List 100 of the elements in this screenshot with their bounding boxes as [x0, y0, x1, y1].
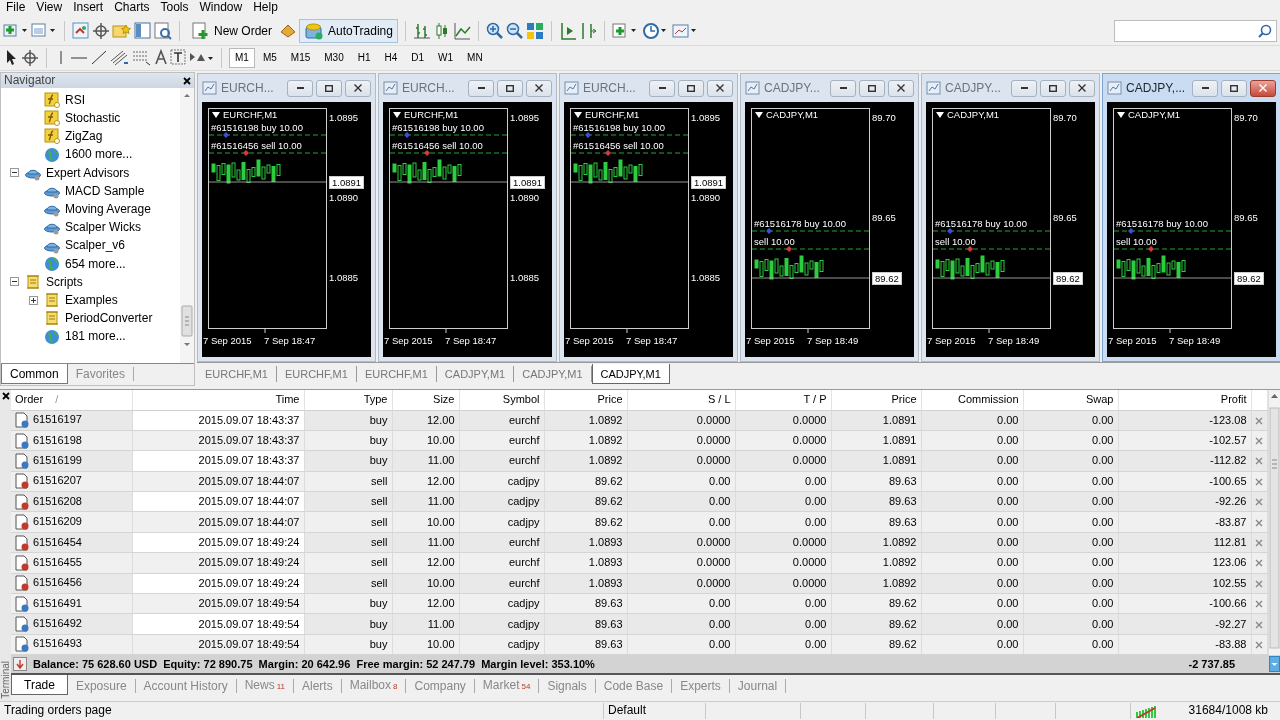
market-watch-icon[interactable] — [72, 22, 90, 40]
tree-item[interactable]: Scripts — [46, 274, 83, 290]
chart-tab[interactable]: EURCHF,M1 — [276, 366, 357, 382]
dropdown-triangle-icon[interactable] — [936, 112, 944, 118]
timeframe-button[interactable]: M30 — [318, 48, 350, 68]
crosshair-icon[interactable] — [92, 22, 110, 40]
folder-star-icon[interactable] — [112, 22, 132, 40]
menu-item[interactable]: Tools — [156, 0, 196, 16]
timeframe-button[interactable]: M1 — [229, 48, 255, 68]
timeframe-button[interactable]: M15 — [284, 48, 317, 68]
chart-tab[interactable]: CADJPY,M1 — [591, 364, 670, 384]
maximize-button[interactable] — [316, 79, 342, 97]
search-field[interactable] — [1114, 20, 1277, 42]
column-header[interactable]: Order — [15, 393, 44, 406]
minimize-button[interactable] — [287, 79, 313, 97]
tree-item[interactable]: Scalper_v6 — [65, 238, 126, 253]
tree-item[interactable]: PeriodConverter — [65, 311, 153, 326]
column-header[interactable]: T / P — [735, 390, 831, 410]
tree-item[interactable]: Moving Average — [65, 202, 151, 217]
dropdown-triangle-icon[interactable] — [212, 112, 220, 118]
dropdown-triangle-icon[interactable] — [755, 112, 763, 118]
maximize-button[interactable] — [497, 79, 523, 97]
tree-item[interactable]: 181 more... — [65, 329, 126, 344]
minimize-button[interactable] — [649, 79, 675, 97]
timeframe-button[interactable]: H1 — [351, 48, 377, 68]
maximize-button[interactable] — [678, 79, 704, 97]
line-chart-icon[interactable] — [452, 22, 471, 40]
terminal-tab[interactable]: News 11 — [236, 679, 294, 694]
zoom-out-icon[interactable] — [505, 22, 524, 40]
tree-item[interactable]: Examples — [65, 292, 118, 308]
tree-item[interactable]: Scalper Wicks — [65, 220, 141, 235]
column-header[interactable]: Type — [304, 390, 392, 410]
close-icon[interactable] — [183, 76, 191, 85]
search-icon[interactable] — [1258, 24, 1272, 38]
column-header[interactable]: Time — [132, 390, 304, 410]
bar-chart-icon[interactable] — [412, 22, 431, 40]
timeframe-button[interactable]: H4 — [378, 48, 404, 68]
new-chart-icon[interactable] — [3, 22, 29, 40]
maximize-button[interactable] — [1221, 79, 1247, 97]
column-header[interactable]: Price — [831, 390, 921, 410]
timeframe-button[interactable]: D1 — [405, 48, 431, 68]
tree-item[interactable]: 1600 more... — [65, 147, 133, 162]
menu-item[interactable]: View — [32, 0, 70, 16]
autoscroll-icon[interactable] — [558, 22, 577, 40]
menu-item[interactable]: Help — [249, 0, 285, 16]
close-button[interactable] — [526, 79, 552, 97]
timeframe-button[interactable]: W1 — [432, 48, 460, 68]
menu-item[interactable]: Window — [195, 0, 250, 16]
text-icon[interactable] — [154, 49, 168, 67]
column-header[interactable]: Profit — [1118, 390, 1251, 410]
new-order-button[interactable]: New Order — [187, 19, 277, 43]
chart-tab[interactable]: EURCHF,M1 — [356, 366, 437, 382]
menu-item[interactable]: File — [2, 0, 33, 16]
minimize-button[interactable] — [468, 79, 494, 97]
close-icon[interactable] — [1, 392, 10, 400]
collapse-icon[interactable] — [10, 277, 19, 287]
column-header[interactable]: Commission — [921, 390, 1023, 410]
collapse-icon[interactable] — [10, 168, 19, 178]
menu-item[interactable]: Charts — [110, 0, 157, 16]
panel-tab[interactable]: Common — [1, 364, 68, 384]
maximize-button[interactable] — [1040, 79, 1066, 97]
close-button[interactable] — [888, 79, 914, 97]
minimize-button[interactable] — [830, 79, 856, 97]
close-button[interactable] — [1250, 79, 1276, 97]
timeframe-button[interactable]: M5 — [256, 48, 283, 68]
menu-item[interactable]: Insert — [69, 0, 111, 16]
dropdown-triangle-icon[interactable] — [1117, 112, 1125, 118]
profiles-icon[interactable] — [31, 22, 57, 40]
tree-item[interactable]: RSI — [65, 92, 85, 108]
close-button[interactable] — [707, 79, 733, 97]
crosshair-icon[interactable] — [21, 49, 39, 67]
column-header[interactable]: Size — [392, 390, 459, 410]
column-header[interactable]: Symbol — [459, 390, 544, 410]
tree-item[interactable]: 654 more... — [65, 256, 126, 271]
expand-icon[interactable] — [29, 295, 38, 305]
trend-line-icon[interactable] — [90, 49, 108, 67]
close-button[interactable] — [1069, 79, 1095, 97]
terminal-tab[interactable]: Market 54 — [474, 679, 540, 694]
tile-windows-icon[interactable] — [525, 22, 544, 40]
column-header[interactable]: Price — [544, 390, 627, 410]
dropdown-triangle-icon[interactable] — [393, 112, 401, 118]
close-button[interactable] — [345, 79, 371, 97]
tree-item[interactable]: MACD Sample — [65, 183, 145, 199]
maximize-button[interactable] — [859, 79, 885, 97]
tester-icon[interactable] — [154, 22, 172, 40]
channel-icon[interactable] — [110, 49, 130, 67]
timeframe-button[interactable]: MN — [461, 48, 489, 68]
tree-item[interactable]: Stochastic — [65, 111, 121, 126]
terminal-tab[interactable]: Mailbox 8 — [341, 679, 407, 694]
chart-tab[interactable]: EURCHF,M1 — [197, 366, 277, 382]
column-header[interactable]: Swap — [1023, 390, 1118, 410]
terminal-tab[interactable]: Trade — [11, 675, 68, 696]
dropdown-triangle-icon[interactable] — [574, 112, 582, 118]
chart-tab[interactable]: CADJPY,M1 — [514, 366, 592, 382]
zoom-in-icon[interactable] — [485, 22, 504, 40]
terminal-icon[interactable] — [134, 22, 152, 40]
autotrading-button[interactable]: AutoTrading — [299, 19, 398, 43]
minimize-button[interactable] — [1011, 79, 1037, 97]
text-label-icon[interactable] — [170, 49, 186, 67]
tree-item[interactable]: Expert Advisors — [46, 165, 130, 181]
